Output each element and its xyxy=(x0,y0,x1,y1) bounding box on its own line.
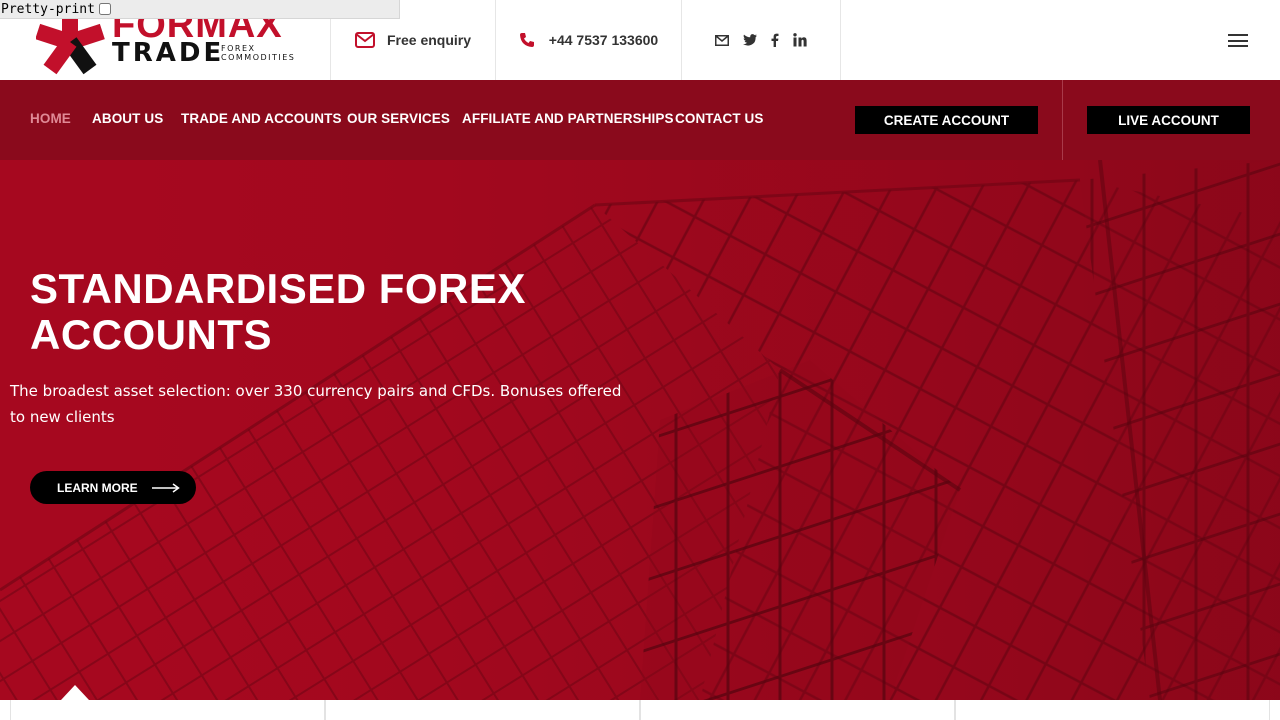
building-background-image xyxy=(0,160,1280,700)
live-account-button[interactable]: LIVE ACCOUNT xyxy=(1087,106,1250,134)
nav-item-trade-and-accounts[interactable]: TRADE AND ACCOUNTS xyxy=(181,111,342,126)
feature-card[interactable] xyxy=(640,700,955,720)
logo-subtitle: FOREX COMMODITIES xyxy=(221,44,296,62)
envelope-icon xyxy=(354,32,375,48)
feature-card[interactable] xyxy=(10,700,325,720)
hero-section: STANDARDISED FOREX ACCOUNTS The broadest… xyxy=(0,160,1280,700)
email-icon[interactable] xyxy=(715,34,729,46)
arrow-right-icon xyxy=(151,482,180,493)
nav-item-home[interactable]: HOME xyxy=(30,111,71,126)
slider-pointer xyxy=(61,685,89,700)
hero-title: STANDARDISED FOREX ACCOUNTS xyxy=(30,265,526,358)
hero-description: The broadest asset selection: over 330 c… xyxy=(10,382,622,426)
main-nav: HOME ABOUT US TRADE AND ACCOUNTS OUR SER… xyxy=(0,80,1280,160)
twitter-icon[interactable] xyxy=(743,34,757,46)
social-links xyxy=(681,0,841,80)
free-enquiry-label: Free enquiry xyxy=(386,32,472,48)
nav-divider xyxy=(1062,80,1063,160)
logo-trade: TRADE xyxy=(112,38,225,68)
feature-cards-strip xyxy=(0,700,1280,720)
linkedin-icon[interactable] xyxy=(793,33,807,47)
feature-card[interactable] xyxy=(325,700,640,720)
learn-more-button[interactable]: LEARN MORE xyxy=(30,471,196,504)
nav-item-contact-us[interactable]: CONTACT US xyxy=(675,111,764,126)
nav-item-about-us[interactable]: ABOUT US xyxy=(92,111,163,126)
pretty-print-checkbox[interactable] xyxy=(98,3,111,15)
nav-item-our-services[interactable]: OUR SERVICES xyxy=(347,111,450,126)
menu-hamburger-icon[interactable] xyxy=(1228,34,1248,47)
phone-icon xyxy=(519,33,534,47)
phone-number: +44 7537 133600 xyxy=(548,32,659,48)
pretty-print-label: Pretty-print xyxy=(1,1,95,17)
facebook-icon[interactable] xyxy=(771,33,779,47)
pretty-print-bar: Pretty-print xyxy=(0,0,400,19)
feature-card[interactable] xyxy=(955,700,1270,720)
create-account-button[interactable]: CREATE ACCOUNT xyxy=(855,106,1038,134)
phone-link[interactable]: +44 7537 133600 xyxy=(495,0,681,80)
nav-item-affiliate-and-partnerships[interactable]: AFFILIATE AND PARTNERSHIPS xyxy=(462,111,674,126)
learn-more-label: LEARN MORE xyxy=(57,480,138,495)
